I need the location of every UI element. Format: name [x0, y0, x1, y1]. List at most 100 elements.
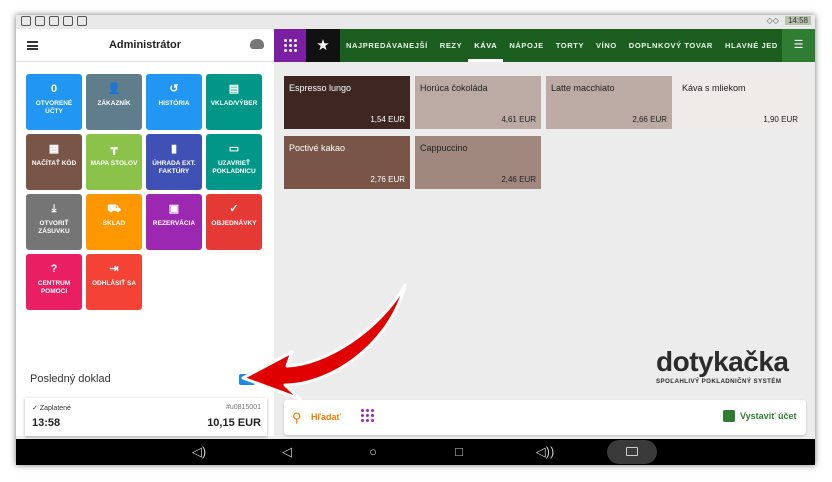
product-tile[interactable]: Cappuccino 2,46 EUR — [415, 136, 541, 189]
tile-label: HISTÓRIA — [158, 100, 190, 107]
drawer-icon: ⤓ — [51, 203, 57, 215]
volume-down-icon[interactable]: ◁) — [189, 444, 209, 460]
tab-category[interactable]: NÁPOJE — [503, 29, 549, 62]
product-tile[interactable]: Espresso lungo 1,54 EUR — [284, 76, 410, 129]
product-price: 1,54 EUR — [370, 115, 405, 124]
product-price: 2,46 EUR — [501, 175, 536, 184]
tile-otvorené-účty[interactable]: 0 OTVORENÉ ÚČTY — [26, 74, 82, 130]
product-name: Cappuccino — [420, 143, 468, 153]
product-price: 2,66 EUR — [632, 115, 667, 124]
tile-vklad-výber[interactable]: ▤ VKLAD/VÝBER — [206, 74, 262, 130]
home-icon[interactable]: ○ — [363, 444, 383, 460]
wallet-icon[interactable] — [723, 410, 735, 422]
tab-category[interactable]: KÁVA — [468, 29, 504, 62]
product-price: 2,76 EUR — [370, 175, 405, 184]
keypad-icon[interactable] — [361, 409, 374, 425]
notification-icon — [21, 16, 31, 26]
tile-label: OTVORIŤ ZÁSUVKU — [38, 220, 70, 235]
tile-label: SKLAD — [102, 220, 126, 227]
tile-count: 0 — [50, 83, 58, 95]
product-tile[interactable]: Latte macchiato 2,66 EUR — [546, 76, 672, 129]
left-panel: Administrátor 0 OTVORENÉ ÚČTY 👤 ZÁKAZNÍK ↺ HI… — [16, 29, 274, 436]
tile-label: UZAVRIEŤ POKLADNICU — [212, 160, 256, 175]
back-icon[interactable]: ◁ — [277, 444, 297, 460]
calendar-icon: ▣ — [168, 203, 180, 215]
tile-objednávky[interactable]: ✓ OBJEDNÁVKY — [206, 194, 262, 250]
tile-label: REZERVÁCIA — [152, 220, 196, 227]
tile-label: ODHLÁSIŤ SA — [91, 280, 137, 287]
wifi-icon: ◇◇ — [766, 16, 779, 25]
tab-category[interactable]: VÍNO — [590, 29, 623, 62]
tab-category[interactable]: DOPLNKOVÝ TOVAR — [623, 29, 719, 62]
search-icon[interactable]: ⚲ — [292, 410, 302, 426]
list-icon[interactable]: ☰ — [782, 29, 815, 62]
tab-category[interactable]: REZY — [434, 29, 468, 62]
doc-status: ✓ Zaplatené — [32, 404, 71, 412]
screenshot-icon — [626, 447, 638, 456]
tile-história[interactable]: ↺ HISTÓRIA — [146, 74, 202, 130]
help-icon: ? — [50, 263, 58, 275]
person-icon: 👤 — [107, 83, 121, 95]
status-right: ◇◇ 14:58 — [767, 16, 811, 25]
user-title: Administrátor — [108, 39, 182, 51]
tab-category[interactable]: HLAVNÉ JED — [719, 29, 784, 62]
tile-label: NAČÍTAŤ KÓD — [31, 160, 77, 167]
check-icon: ✓ — [32, 405, 40, 412]
last-doc-card[interactable]: ✓ Zaplatené #u0815001 13:58 10,15 EUR — [25, 398, 267, 436]
bottom-action-bar: ⚲ Hľadať Vystaviť účet — [284, 400, 806, 435]
tile-label: OBJEDNÁVKY — [211, 220, 257, 227]
tablet-screen: ◇◇ 14:58 Administrátor 0 OTVORENÉ ÚČTY 👤 ZÁ… — [16, 15, 815, 465]
close-register-icon: ▭ — [228, 143, 240, 155]
tile-otvoriť-zásuvku[interactable]: ⤓ OTVORIŤ ZÁSUVKU — [26, 194, 82, 250]
screenshot-button[interactable] — [607, 440, 657, 464]
notification-icon — [35, 16, 45, 26]
product-tile[interactable]: Poctivé kakao 2,76 EUR — [284, 136, 410, 189]
notification-icon — [77, 16, 87, 26]
check-icon: ✓ — [229, 203, 239, 215]
doc-amount: 10,15 EUR — [207, 417, 261, 429]
logout-icon: ⇥ — [109, 263, 119, 275]
printer-icon[interactable] — [239, 374, 255, 385]
tile-rezervácia[interactable]: ▣ REZERVÁCIA — [146, 194, 202, 250]
search-button[interactable]: Hľadať — [311, 412, 341, 422]
table-icon: ┳ — [110, 143, 118, 155]
favorites-star-icon[interactable]: ★ — [306, 29, 340, 62]
volume-up-icon[interactable]: ◁)) — [535, 444, 555, 460]
logo-tagline: SPOĽAHLIVÝ POKLADNIČNÝ SYSTÉM — [656, 378, 782, 385]
status-bar: ◇◇ 14:58 — [16, 15, 815, 29]
doc-status-label: Zaplatené — [39, 405, 71, 412]
tile-uzavrieť-pokladnicu[interactable]: ▭ UZAVRIEŤ POKLADNICU — [206, 134, 262, 190]
notification-icons — [21, 16, 87, 26]
product-price: 4,61 EUR — [501, 115, 536, 124]
tile-sklad[interactable]: ⛟ SKLAD — [86, 194, 142, 250]
last-doc-title: Posledný doklad — [30, 373, 111, 385]
tile-mapa-stolov[interactable]: ┳ MAPA STOLOV — [86, 134, 142, 190]
tile-centrum-pomoci[interactable]: ? CENTRUM POMOCI — [26, 254, 82, 310]
qr-icon: ▦ — [48, 143, 60, 155]
keypad-button[interactable] — [274, 29, 306, 62]
tile-načítať-kód[interactable]: ▦ NAČÍTAŤ KÓD — [26, 134, 82, 190]
function-tiles: 0 OTVORENÉ ÚČTY 👤 ZÁKAZNÍK ↺ HISTÓRIA ▤ VKLAD/V… — [26, 74, 266, 314]
issue-receipt-button[interactable]: Vystaviť účet — [740, 411, 797, 421]
product-name: Horúca čokoláda — [420, 83, 488, 93]
tile-odhlásiť-sa[interactable]: ⇥ ODHLÁSIŤ SA — [86, 254, 142, 310]
product-name: Káva s mliekom — [682, 83, 746, 93]
tile-zákazník[interactable]: 👤 ZÁKAZNÍK — [86, 74, 142, 130]
tile-úhrada-ext-faktúry[interactable]: ▮ ÚHRADA EXT. FAKTÚRY — [146, 134, 202, 190]
keypad-icon — [284, 39, 297, 52]
tab-category[interactable]: TORTY — [550, 29, 590, 62]
product-price: 1,90 EUR — [763, 115, 798, 124]
history-icon: ↺ — [169, 83, 179, 95]
product-name: Espresso lungo — [289, 83, 352, 93]
status-clock: 14:58 — [784, 16, 811, 25]
tab-category[interactable]: NAJPREDÁVANEJŠÍ — [340, 29, 434, 62]
cloud-icon[interactable] — [250, 39, 264, 49]
recents-icon[interactable]: □ — [449, 444, 469, 460]
product-name: Poctivé kakao — [289, 143, 346, 153]
notification-icon — [63, 16, 73, 26]
product-tile[interactable]: Káva s mliekom 1,90 EUR — [677, 76, 803, 129]
tile-label: OTVORENÉ ÚČTY — [35, 100, 73, 115]
doc-number: #u0815001 — [225, 404, 261, 411]
product-tile[interactable]: Horúca čokoláda 4,61 EUR — [415, 76, 541, 129]
tile-label: ZÁKAZNÍK — [97, 100, 131, 107]
